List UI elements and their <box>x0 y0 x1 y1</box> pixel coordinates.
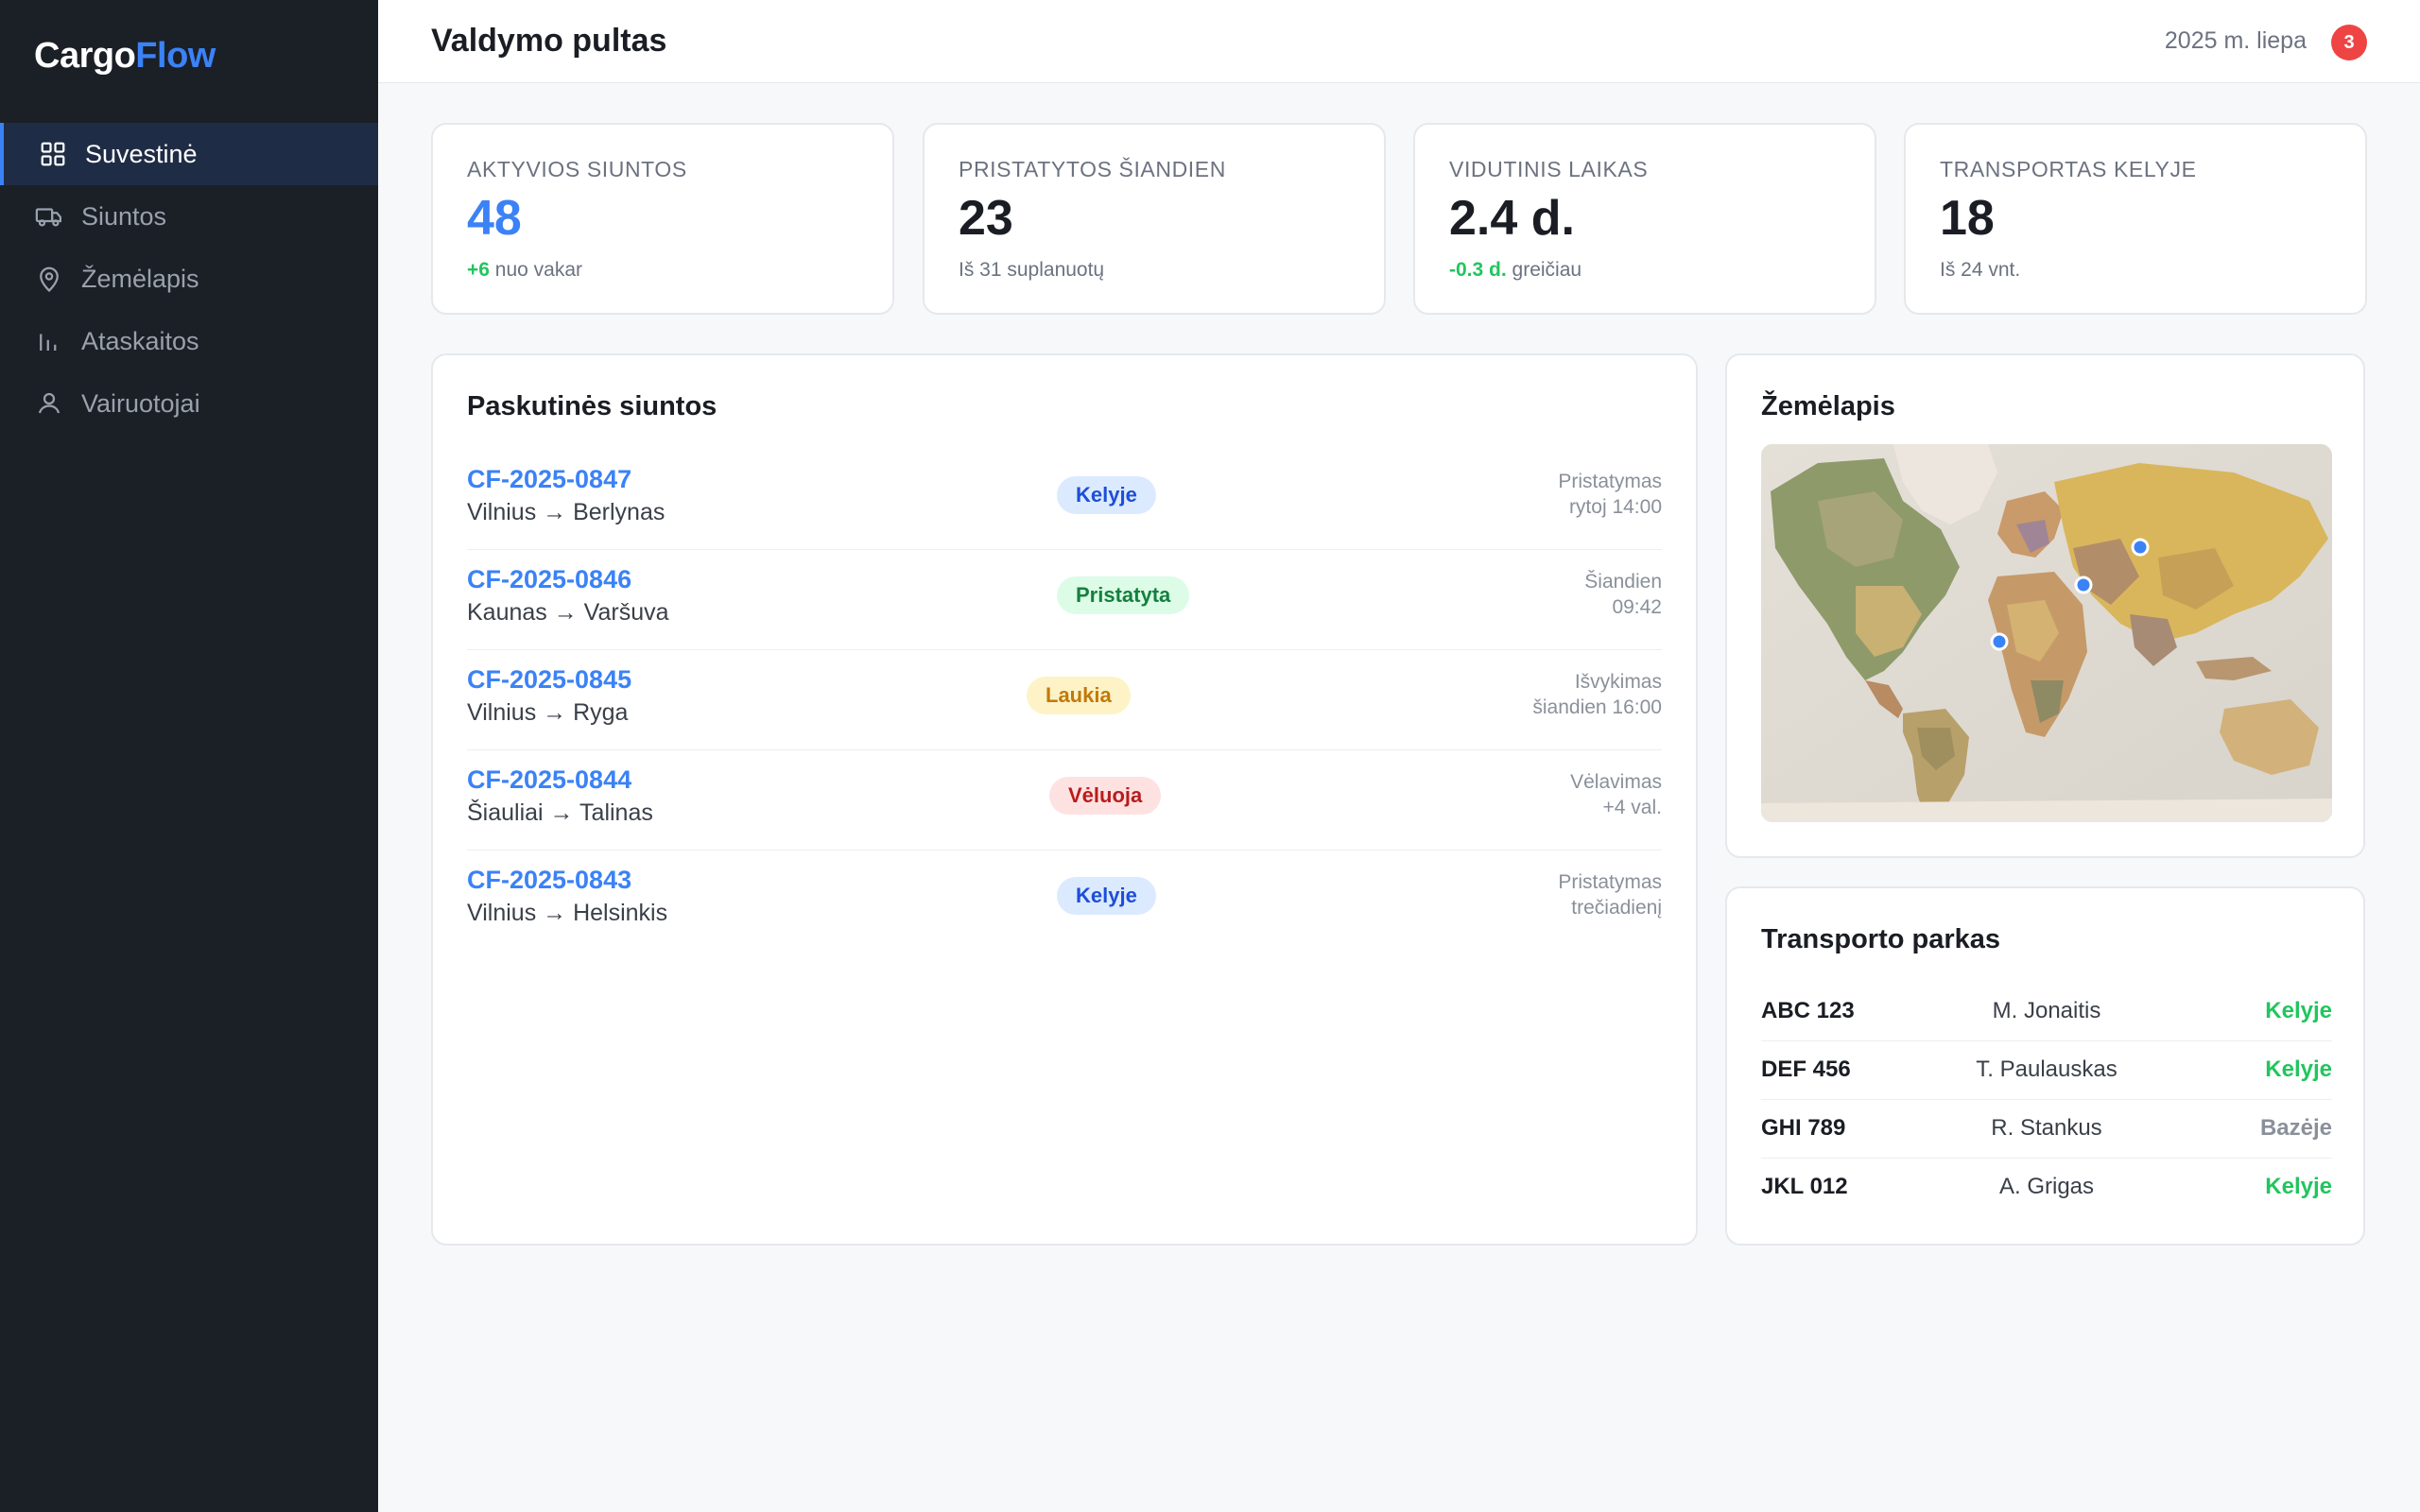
stat-label: Vidutinis laikas <box>1449 157 1649 181</box>
page-title: Valdymo pultas <box>431 23 667 59</box>
sidebar-item-label: Žemėlapis <box>81 264 199 293</box>
sidebar-item-label: Suvestinė <box>85 139 198 168</box>
status-badge: Vėluoja <box>1049 777 1162 815</box>
truck-icon <box>34 201 64 232</box>
shipment-row[interactable]: CF-2025-0846 Kaunas → Varšuva Pristatyta… <box>467 550 1662 650</box>
driver-name: T. Paulauskas <box>1976 1057 2118 1082</box>
shipment-eta: Pristatymas rytoj 14:00 <box>1558 471 1662 518</box>
sidebar: CargoFlow Suvestinė Siuntos Žemėlapis At… <box>0 0 378 1512</box>
status-badge: Kelyje <box>1057 877 1156 915</box>
stat-card-active-shipments: Aktyvios siuntos 48 +6 nuo vakar <box>431 123 894 315</box>
panel-title: Žemėlapis <box>1761 391 1895 421</box>
panel-title: Paskutinės siuntos <box>467 391 717 421</box>
sidebar-item-label: Siuntos <box>81 201 167 231</box>
stat-sub: -0.3 d. greičiau <box>1449 259 1841 282</box>
stat-change: -0.3 d. <box>1449 259 1507 282</box>
fleet-row[interactable]: ABC 123 M. Jonaitis Kelyje <box>1761 983 2332 1041</box>
sidebar-item-ataskaitos[interactable]: Ataskaitos <box>0 310 378 372</box>
shipment-eta: Išvykimas šiandien 16:00 <box>1532 671 1662 718</box>
fleet-row[interactable]: GHI 789 R. Stankus Bazėje <box>1761 1100 2332 1159</box>
stat-value: 48 <box>467 191 522 246</box>
shipment-route: Vilnius → Ryga <box>467 699 629 726</box>
shipment-id-link[interactable]: CF-2025-0843 <box>467 866 631 895</box>
fleet-row[interactable]: DEF 456 T. Paulauskas Kelyje <box>1761 1041 2332 1100</box>
map-marker[interactable] <box>1990 632 2009 651</box>
stat-label: Aktyvios siuntos <box>467 157 687 181</box>
shipment-row[interactable]: CF-2025-0845 Vilnius → Ryga Laukia Išvyk… <box>467 650 1662 750</box>
shipment-eta: Pristatymas trečiadienį <box>1558 871 1662 919</box>
shipment-id-link[interactable]: CF-2025-0844 <box>467 765 631 795</box>
stat-card-transport-on-road: Transportas kelyje 18 Iš 24 vnt. <box>1904 123 2367 315</box>
vehicle-status: Bazėje <box>2259 1115 2332 1141</box>
driver-name: R. Stankus <box>1991 1115 2102 1141</box>
notification-badge[interactable]: 3 <box>2331 25 2367 60</box>
shipment-route: Vilnius → Helsinkis <box>467 900 668 926</box>
bar-chart-icon <box>34 326 64 356</box>
fleet-row[interactable]: JKL 012 A. Grigas Kelyje <box>1761 1159 2332 1217</box>
top-header: Valdymo pultas 2025 m. liepa 3 <box>378 0 2420 83</box>
vehicle-status: Kelyje <box>2265 1174 2332 1199</box>
vehicle-status: Kelyje <box>2265 1057 2332 1082</box>
stat-value: 18 <box>1940 191 1995 246</box>
shipment-route: Kaunas → Varšuva <box>467 599 669 626</box>
stat-sub: +6 nuo vakar <box>467 259 858 282</box>
fleet-list: ABC 123 M. Jonaitis Kelyje DEF 456 T. Pa… <box>1761 983 2332 1217</box>
sidebar-item-label: Vairuotojai <box>81 388 200 418</box>
driver-name: A. Grigas <box>1998 1174 2095 1199</box>
sidebar-item-vairuotojai[interactable]: Vairuotojai <box>0 372 378 435</box>
stat-card-delivered-today: Pristatytos šiandien 23 Iš 31 suplanuotų <box>923 123 1386 315</box>
world-map[interactable] <box>1761 444 2332 822</box>
stat-card-average-time: Vidutinis laikas 2.4 d. -0.3 d. greičiau <box>1413 123 1876 315</box>
shipment-row[interactable]: CF-2025-0847 Vilnius → Berlynas Kelyje P… <box>467 450 1662 550</box>
date-display: 2025 m. liepa <box>2164 27 2307 54</box>
shipment-id-link[interactable]: CF-2025-0845 <box>467 665 631 695</box>
map-marker[interactable] <box>2131 538 2150 557</box>
status-badge: Laukia <box>1027 677 1131 714</box>
sidebar-item-siuntos[interactable]: Siuntos <box>0 185 378 248</box>
stat-sub-text: greičiau <box>1506 259 1582 282</box>
status-badge: Pristatyta <box>1057 576 1190 614</box>
driver-name: M. Jonaitis <box>1992 998 2101 1023</box>
shipment-id-link[interactable]: CF-2025-0847 <box>467 465 631 494</box>
shipment-eta: Vėlavimas +4 val. <box>1570 771 1662 818</box>
sidebar-item-suvestine[interactable]: Suvestinė <box>0 123 378 185</box>
stat-label: Transportas kelyje <box>1940 157 2197 181</box>
shipment-id-link[interactable]: CF-2025-0846 <box>467 565 631 594</box>
shipment-route: Vilnius → Berlynas <box>467 499 666 525</box>
sidebar-nav: Suvestinė Siuntos Žemėlapis Ataskaitos V… <box>0 123 378 435</box>
map-pin-icon <box>34 264 64 294</box>
status-badge: Kelyje <box>1057 476 1156 514</box>
sidebar-item-zemelapis[interactable]: Žemėlapis <box>0 248 378 310</box>
stat-sub-text: nuo vakar <box>489 259 583 282</box>
shipment-route: Šiauliai → Talinas <box>467 799 653 826</box>
stat-change: +6 <box>467 259 490 282</box>
sidebar-item-label: Ataskaitos <box>81 326 199 355</box>
recent-shipments-panel: Paskutinės siuntos CF-2025-0847 Vilnius … <box>431 353 1698 1246</box>
stat-sub: Iš 24 vnt. <box>1940 259 2331 282</box>
stat-sub-text: Iš 24 vnt. <box>1940 259 2021 282</box>
stat-value: 2.4 d. <box>1449 191 1575 246</box>
map-marker[interactable] <box>2074 576 2093 594</box>
stat-sub: Iš 31 suplanuotų <box>959 259 1350 282</box>
stat-label: Pristatytos šiandien <box>959 157 1226 181</box>
grid-icon <box>38 139 68 169</box>
stat-value: 23 <box>959 191 1013 246</box>
vehicle-status: Kelyje <box>2265 998 2332 1023</box>
shipments-list: CF-2025-0847 Vilnius → Berlynas Kelyje P… <box>467 450 1662 951</box>
shipment-eta: Šiandien 09:42 <box>1584 571 1662 618</box>
stat-sub-text: Iš 31 suplanuotų <box>959 259 1105 282</box>
fleet-panel: Transporto parkas ABC 123 M. Jonaitis Ke… <box>1725 886 2365 1246</box>
user-icon <box>34 388 64 419</box>
shipment-row[interactable]: CF-2025-0844 Šiauliai → Talinas Vėluoja … <box>467 750 1662 850</box>
shipment-row[interactable]: CF-2025-0843 Vilnius → Helsinkis Kelyje … <box>467 850 1662 951</box>
panel-title: Transporto parkas <box>1761 924 2001 954</box>
brand-logo[interactable]: CargoFlow <box>34 36 216 77</box>
map-panel: Žemėlapis <box>1725 353 2365 858</box>
